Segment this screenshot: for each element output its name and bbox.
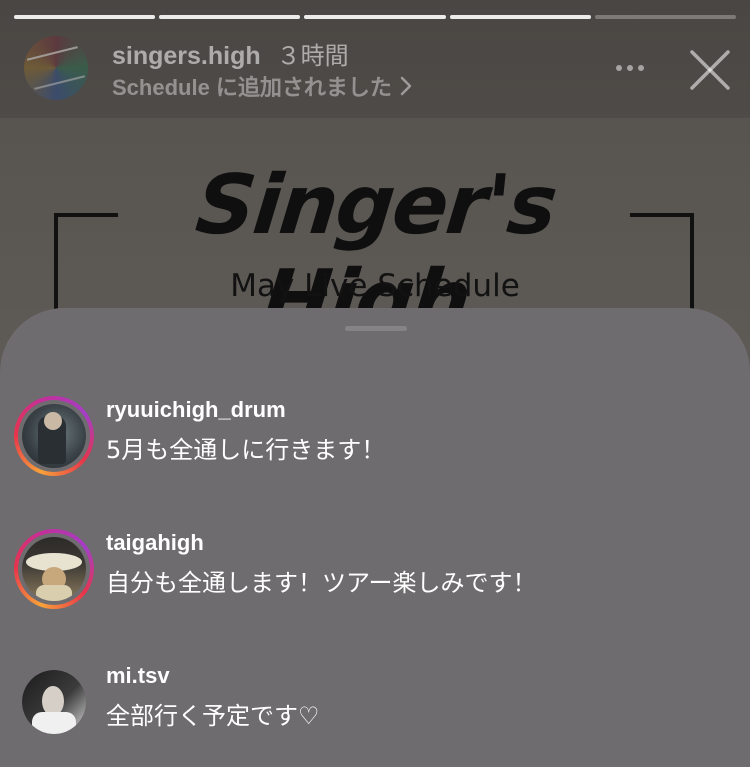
story-username[interactable]: singers.high <box>112 42 261 71</box>
progress-fill <box>159 15 301 19</box>
story-subtitle: Schedule に追加されました <box>112 75 392 100</box>
reply-message: 自分も全通します！ツアー楽しみです！ <box>106 569 537 597</box>
reply-username[interactable]: taigahigh <box>106 530 204 556</box>
avatar[interactable] <box>14 529 94 609</box>
story-user-avatar[interactable] <box>24 36 88 100</box>
avatar-image <box>22 404 86 468</box>
progress-segment <box>14 15 156 19</box>
progress-fill <box>304 15 446 19</box>
progress-fill <box>449 15 591 19</box>
progress-segment <box>159 15 301 19</box>
reply-item[interactable]: taigahigh 自分も全通します！ツアー楽しみです！ <box>0 529 750 619</box>
avatar-image <box>22 537 86 601</box>
reply-item[interactable]: ryuuichigh_drum 5月も全通しに行きます！ <box>0 396 750 486</box>
avatar-head <box>44 412 62 430</box>
avatar-logo-graphic <box>26 46 86 90</box>
replies-sheet: ryuuichigh_drum 5月も全通しに行きます！ taigahigh 自… <box>0 308 750 767</box>
sheet-drag-handle[interactable] <box>345 326 407 331</box>
avatar-shirt <box>32 712 76 734</box>
story-highlight-link[interactable]: Schedule に追加されました <box>112 70 412 102</box>
story-timestamp: ３時間 <box>276 43 349 70</box>
avatar[interactable] <box>22 670 86 734</box>
avatar-body <box>36 585 72 601</box>
progress-fill <box>14 15 156 19</box>
avatar[interactable] <box>14 396 94 476</box>
poster-frame-left <box>54 213 118 313</box>
avatar-ring-gap <box>18 533 90 605</box>
poster-subtitle: May Live Schedule <box>230 268 520 304</box>
more-horizontal-icon <box>616 65 622 71</box>
avatar-ring-gap <box>18 400 90 472</box>
reply-message: 全部行く予定です♡ <box>106 702 320 730</box>
more-options-button[interactable] <box>610 50 650 86</box>
avatar-image <box>22 670 86 734</box>
poster-frame-right <box>630 213 694 313</box>
reply-username[interactable]: mi.tsv <box>106 663 170 689</box>
close-icon[interactable] <box>686 46 734 94</box>
progress-segment <box>594 15 737 19</box>
more-horizontal-icon <box>638 65 644 71</box>
progress-segment <box>304 15 446 19</box>
story-user-info[interactable]: singers.high ３時間 <box>112 36 349 71</box>
reply-item[interactable]: mi.tsv 全部行く予定です♡ <box>0 662 750 752</box>
story-progress-bar <box>14 15 737 19</box>
poster-logo: Singer's High <box>191 158 560 348</box>
more-horizontal-icon <box>627 65 633 71</box>
progress-segment <box>449 15 591 19</box>
chevron-right-icon <box>400 76 412 96</box>
reply-username[interactable]: ryuuichigh_drum <box>106 397 286 423</box>
reply-message: 5月も全通しに行きます！ <box>106 436 386 464</box>
